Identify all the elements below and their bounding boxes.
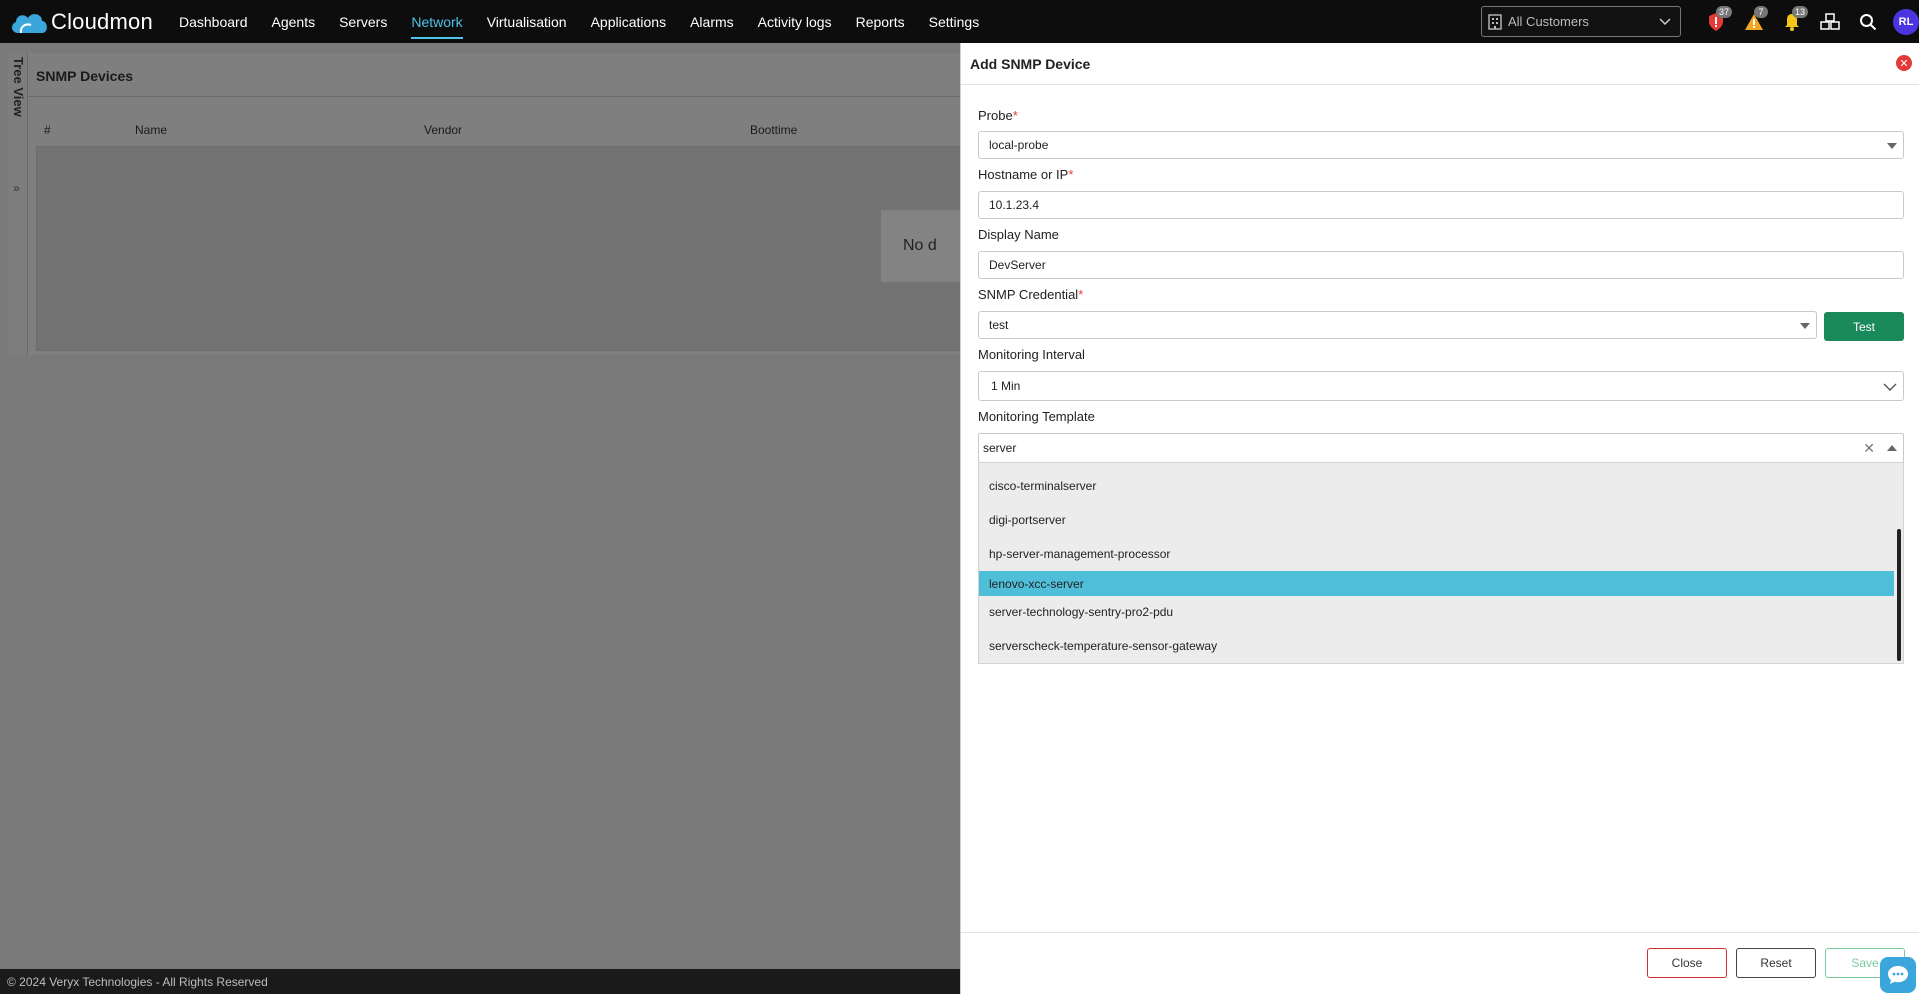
nav-reports[interactable]: Reports: [844, 0, 917, 43]
monitoring-interval-label: Monitoring Interval: [978, 347, 1085, 362]
nav-servers[interactable]: Servers: [327, 0, 399, 43]
dropdown-option[interactable]: server-technology-sentry-pro2-pdu: [979, 599, 1894, 624]
required-marker: *: [1068, 167, 1074, 182]
dropdown-option[interactable]: cisco-terminalserver: [979, 473, 1894, 498]
notification-count-badge: 13: [1792, 6, 1809, 18]
required-marker: *: [1078, 287, 1084, 302]
cloud-logo-icon: [12, 13, 47, 33]
no-data-message: No d: [881, 210, 963, 282]
divider: [961, 932, 1919, 933]
snmp-devices-panel: SNMP Devices # Name Vendor Boottime: [28, 53, 963, 355]
chat-bubble-icon: [1888, 966, 1908, 984]
column-header-vendor[interactable]: Vendor: [424, 123, 462, 137]
chevron-down-icon: [1659, 18, 1671, 26]
monitoring-template-label: Monitoring Template: [978, 409, 1095, 424]
tree-view-label: Tree View: [11, 57, 26, 117]
monitoring-interval-value: 1 Min: [991, 379, 1021, 393]
caret-down-icon: [1887, 143, 1897, 149]
display-name-input-value: DevServer: [989, 258, 1046, 272]
nav-applications[interactable]: Applications: [579, 0, 679, 43]
test-credential-button[interactable]: Test: [1824, 312, 1904, 341]
snmp-credential-value: test: [989, 318, 1009, 332]
hostname-input[interactable]: 10.1.23.4: [978, 191, 1904, 219]
probe-select[interactable]: local-probe: [978, 131, 1904, 159]
devices-table-body: [36, 146, 963, 351]
nav-virtualisation[interactable]: Virtualisation: [475, 0, 579, 43]
nav-settings[interactable]: Settings: [917, 0, 992, 43]
divider: [28, 96, 963, 97]
double-chevron-icon: »: [13, 181, 20, 195]
dropdown-option[interactable]: hp-server-management-processor: [979, 541, 1894, 566]
hostname-input-value: 10.1.23.4: [989, 198, 1040, 212]
probe-label-text: Probe: [978, 108, 1013, 123]
hostname-label: Hostname or IP*: [978, 167, 1073, 182]
chat-button[interactable]: [1880, 957, 1916, 993]
monitoring-template-dropdown: cisco-terminalserver digi-portserver hp-…: [978, 462, 1904, 664]
nav-alarms[interactable]: Alarms: [678, 0, 746, 43]
building-icon: [1488, 13, 1502, 30]
drawer-header: Add SNMP Device: [961, 43, 1919, 85]
hostname-label-text: Hostname or IP: [978, 167, 1069, 182]
monitoring-interval-select[interactable]: 1 Min: [978, 371, 1904, 401]
probe-select-value: local-probe: [989, 138, 1049, 152]
copyright-text: © 2024 Veryx Technologies - All Rights R…: [7, 975, 268, 989]
warning-count-badge: 7: [1754, 6, 1768, 18]
add-snmp-device-drawer: Add SNMP Device ✕ Probe* local-probe Hos…: [960, 43, 1919, 994]
close-icon: ✕: [1899, 57, 1909, 70]
reset-button[interactable]: Reset: [1736, 948, 1816, 978]
notifications-button[interactable]: 13: [1773, 0, 1811, 43]
caret-up-icon[interactable]: [1887, 445, 1897, 451]
drawer-close-button[interactable]: ✕: [1896, 55, 1912, 71]
table-header: # Name Vendor Boottime: [36, 123, 963, 147]
top-navigation-bar: Cloudmon Dashboard Agents Servers Networ…: [0, 0, 1919, 43]
app-name: Cloudmon: [51, 8, 153, 34]
display-name-input[interactable]: DevServer: [978, 251, 1904, 279]
dropdown-option-highlighted[interactable]: lenovo-xcc-server: [979, 571, 1894, 596]
nav-activity-logs[interactable]: Activity logs: [746, 0, 844, 43]
cloudmon-logo[interactable]: Cloudmon: [9, 9, 161, 35]
critical-alerts-button[interactable]: 37: [1697, 0, 1735, 43]
dropdown-scrollbar[interactable]: [1897, 529, 1901, 661]
search-icon: [1860, 13, 1877, 30]
clear-icon[interactable]: ✕: [1863, 440, 1875, 457]
snmp-credential-label-text: SNMP Credential: [978, 287, 1079, 302]
warnings-button[interactable]: 7: [1735, 0, 1773, 43]
monitoring-template-search[interactable]: server ✕: [978, 433, 1904, 463]
column-header-index: #: [44, 123, 51, 137]
user-avatar[interactable]: RL: [1893, 8, 1919, 35]
snmp-credential-select[interactable]: test: [978, 311, 1817, 339]
chevron-down-icon: [1883, 383, 1897, 391]
nav-network[interactable]: Network: [399, 0, 474, 43]
apps-button[interactable]: [1811, 0, 1849, 43]
nav-dashboard[interactable]: Dashboard: [167, 0, 260, 43]
search-button[interactable]: [1849, 0, 1887, 43]
snmp-credential-label: SNMP Credential*: [978, 287, 1083, 302]
monitoring-template-search-value: server: [983, 441, 1017, 455]
column-header-boottime[interactable]: Boottime: [750, 123, 797, 137]
caret-down-icon: [1800, 323, 1810, 329]
customer-select-value: All Customers: [1508, 14, 1589, 29]
dropdown-option[interactable]: serverscheck-temperature-sensor-gateway: [979, 633, 1894, 658]
critical-count-badge: 37: [1716, 6, 1733, 18]
column-header-name[interactable]: Name: [135, 123, 167, 137]
drawer-title: Add SNMP Device: [970, 55, 1091, 72]
footer: © 2024 Veryx Technologies - All Rights R…: [0, 969, 960, 994]
tree-view-toggle[interactable]: Tree View »: [8, 53, 28, 355]
top-icons: 37 7 13 RL: [1697, 0, 1919, 43]
display-name-label: Display Name: [978, 227, 1059, 242]
probe-label: Probe*: [978, 108, 1018, 123]
close-button[interactable]: Close: [1647, 948, 1727, 978]
customer-select[interactable]: All Customers: [1481, 6, 1681, 37]
main-nav: Dashboard Agents Servers Network Virtual…: [167, 0, 991, 43]
required-marker: *: [1012, 108, 1018, 123]
page-title: SNMP Devices: [36, 68, 134, 84]
cubes-icon: [1820, 12, 1840, 30]
dropdown-option[interactable]: digi-portserver: [979, 507, 1894, 532]
nav-agents[interactable]: Agents: [260, 0, 328, 43]
